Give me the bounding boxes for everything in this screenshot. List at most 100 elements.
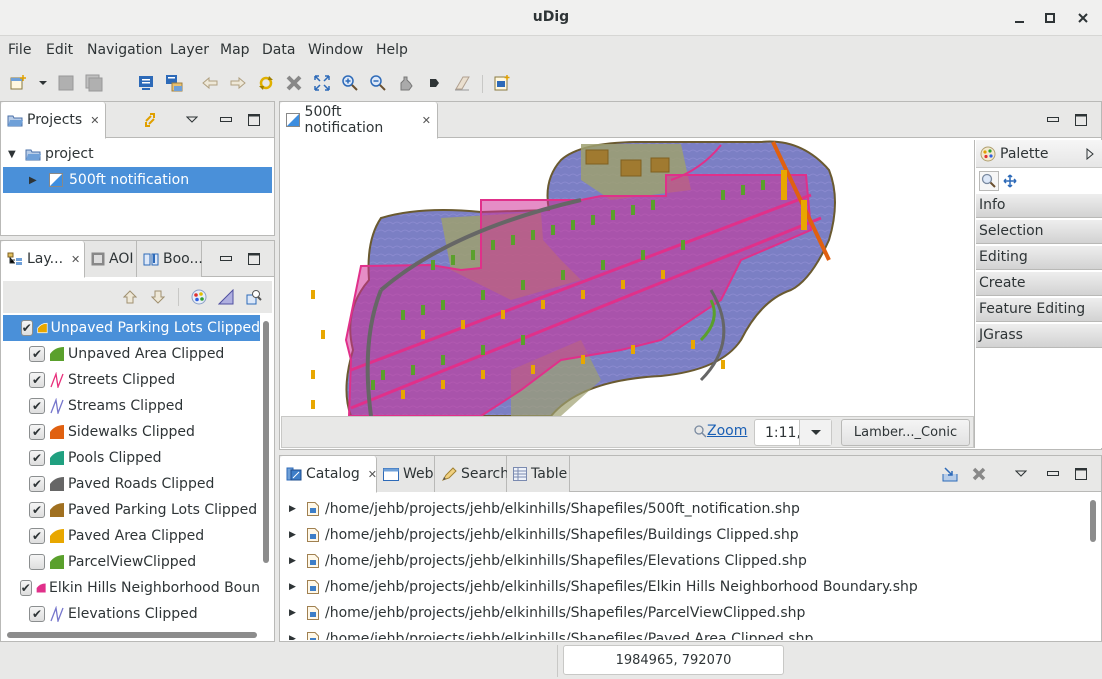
- zoom-to-layer-button[interactable]: [246, 289, 262, 305]
- catalog-item[interactable]: ▶ /home/jehb/projects/jehb/elkinhills/Sha…: [289, 626, 813, 640]
- next-button[interactable]: [425, 74, 443, 92]
- menu-navigation[interactable]: Navigation: [87, 42, 163, 58]
- tree-item-map[interactable]: ▶ 500ft notification: [3, 167, 272, 193]
- tab-table[interactable]: Table: [507, 456, 570, 492]
- maximize-panel-button[interactable]: [246, 112, 262, 128]
- maximize-panel-button[interactable]: [246, 251, 262, 267]
- tab-map-500ft-notification[interactable]: 500ft notification ✕: [280, 102, 438, 139]
- menu-layer[interactable]: Layer: [170, 42, 209, 58]
- close-icon[interactable]: ✕: [90, 114, 99, 127]
- layer-visibility-checkbox[interactable]: ✔: [29, 346, 45, 362]
- maximize-panel-button[interactable]: [1073, 112, 1089, 128]
- zoom-extent-button[interactable]: [313, 74, 331, 92]
- palette-drawer-feature-editing[interactable]: Feature Editing: [976, 298, 1102, 322]
- pan-tool-button[interactable]: [1003, 174, 1017, 188]
- catalog-item[interactable]: ▶ /home/jehb/projects/jehb/elkinhills/Sha…: [289, 548, 807, 574]
- layer-item[interactable]: ✔ Sidewalks Clipped: [3, 419, 260, 445]
- layer-visibility-checkbox[interactable]: ✔: [29, 502, 45, 518]
- close-icon[interactable]: ✕: [422, 114, 431, 127]
- expand-right-icon[interactable]: ▶: [3, 175, 37, 186]
- layer-item[interactable]: ✔ Pools Clipped: [3, 445, 260, 471]
- layer-visibility-checkbox[interactable]: ✔: [29, 450, 45, 466]
- expand-right-icon[interactable]: ▶: [289, 504, 305, 514]
- forward-button[interactable]: [229, 74, 247, 92]
- link-button[interactable]: [142, 112, 158, 128]
- minimize-panel-button[interactable]: [218, 251, 234, 267]
- open-button[interactable]: [165, 74, 183, 92]
- menu-help[interactable]: Help: [376, 42, 408, 58]
- layer-visibility-checkbox[interactable]: [29, 554, 45, 570]
- layer-visibility-checkbox[interactable]: ✔: [19, 580, 32, 596]
- palette-drawer-info[interactable]: Info: [976, 194, 1102, 218]
- layer-item[interactable]: ✔ Streams Clipped: [3, 393, 260, 419]
- menu-edit[interactable]: Edit: [46, 42, 73, 58]
- close-button[interactable]: [1073, 8, 1093, 28]
- layer-visibility-checkbox[interactable]: ✔: [20, 320, 33, 336]
- layer-item[interactable]: ✔ Unpaved Parking Lots Clipped: [3, 315, 260, 341]
- tree-item-project[interactable]: ▼ project: [3, 141, 272, 167]
- minimize-panel-button[interactable]: [218, 112, 234, 128]
- expand-right-icon[interactable]: ▶: [289, 530, 305, 540]
- map-canvas[interactable]: [281, 140, 974, 416]
- catalog-item[interactable]: ▶ /home/jehb/projects/jehb/elkinhills/Sha…: [289, 600, 805, 626]
- expand-right-icon[interactable]: ▶: [289, 634, 305, 640]
- eraser-button[interactable]: [453, 74, 471, 92]
- zoom-in-button[interactable]: [341, 74, 359, 92]
- layer-item[interactable]: ✔ Unpaved Area Clipped: [3, 341, 260, 367]
- save-all-button[interactable]: [85, 74, 103, 92]
- layer-list-hscrollbar[interactable]: [7, 632, 257, 638]
- zoom-link[interactable]: Zoom: [693, 423, 747, 439]
- palette-drawer-editing[interactable]: Editing: [976, 246, 1102, 270]
- expand-right-icon[interactable]: ▶: [289, 556, 305, 566]
- layer-item[interactable]: ✔ Elevations Clipped: [3, 601, 260, 627]
- catalog-item[interactable]: ▶ /home/jehb/projects/jehb/elkinhills/Sha…: [289, 496, 800, 522]
- expand-right-icon[interactable]: ▶: [289, 608, 305, 618]
- style-button[interactable]: [191, 289, 207, 305]
- tab-search[interactable]: Search: [435, 456, 509, 492]
- close-icon[interactable]: ✕: [71, 253, 80, 266]
- triangle-tool-button[interactable]: [218, 289, 234, 305]
- palette-collapse-icon[interactable]: [1086, 147, 1094, 160]
- palette-drawer-selection[interactable]: Selection: [976, 220, 1102, 244]
- palette-drawer-create[interactable]: Create: [976, 272, 1102, 296]
- new-page-button[interactable]: [493, 74, 511, 92]
- layer-item[interactable]: ✔ Paved Parking Lots Clipped: [3, 497, 260, 523]
- tab-projects[interactable]: Projects ✕: [1, 102, 107, 139]
- menu-map[interactable]: Map: [220, 42, 250, 58]
- move-layer-up-button[interactable]: [122, 289, 138, 305]
- tab-catalog[interactable]: Catalog ✕: [280, 456, 377, 493]
- layer-visibility-checkbox[interactable]: ✔: [29, 398, 45, 414]
- save-button[interactable]: [57, 74, 75, 92]
- menu-data[interactable]: Data: [262, 42, 295, 58]
- layer-item[interactable]: ✔ Paved Roads Clipped: [3, 471, 260, 497]
- menu-file[interactable]: File: [8, 42, 31, 58]
- remove-button[interactable]: [971, 466, 987, 482]
- scale-combo[interactable]: 1:11,: [754, 419, 832, 446]
- scale-dropdown-button[interactable]: [799, 420, 831, 445]
- maximize-button[interactable]: [1040, 8, 1060, 28]
- tab-web[interactable]: Web: [377, 456, 435, 492]
- layer-visibility-checkbox[interactable]: ✔: [29, 606, 45, 622]
- monitor-button[interactable]: [137, 74, 155, 92]
- catalog-item[interactable]: ▶ /home/jehb/projects/jehb/elkinhills/Sha…: [289, 574, 918, 600]
- tab-aoi[interactable]: AOI: [85, 241, 137, 277]
- layer-visibility-checkbox[interactable]: ✔: [29, 528, 45, 544]
- layer-item[interactable]: ✔ Elkin Hills Neighborhood Boun: [3, 575, 260, 601]
- catalog-vscrollbar[interactable]: [1090, 500, 1096, 542]
- refresh-button[interactable]: [257, 74, 275, 92]
- tab-bookmarks[interactable]: Boo...: [137, 241, 203, 277]
- layer-visibility-checkbox[interactable]: ✔: [29, 476, 45, 492]
- view-menu-button[interactable]: [1013, 466, 1029, 482]
- new-button[interactable]: [9, 74, 27, 92]
- minimize-panel-button[interactable]: [1045, 466, 1061, 482]
- catalog-item[interactable]: ▶ /home/jehb/projects/jehb/elkinhills/Sha…: [289, 522, 799, 548]
- zoom-label[interactable]: Zoom: [707, 423, 747, 439]
- palette-header[interactable]: Palette: [976, 140, 1102, 168]
- expand-down-icon[interactable]: ▼: [3, 149, 25, 160]
- back-button[interactable]: [201, 74, 219, 92]
- minimize-panel-button[interactable]: [1045, 112, 1061, 128]
- palette-drawer-jgrass[interactable]: JGrass: [976, 324, 1102, 348]
- new-dropdown-button[interactable]: [34, 74, 52, 92]
- maximize-panel-button[interactable]: [1073, 466, 1089, 482]
- layer-visibility-checkbox[interactable]: ✔: [29, 424, 45, 440]
